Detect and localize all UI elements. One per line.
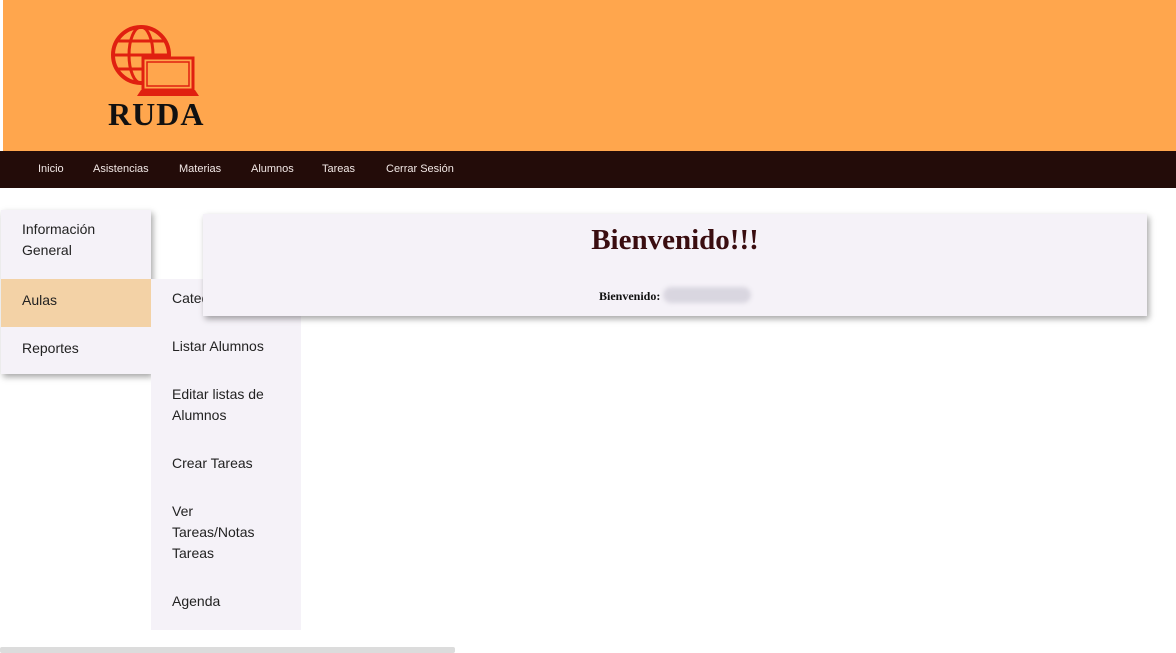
blurred-username	[663, 287, 751, 303]
aulas-submenu: Catedras/Notas Listar Alumnos Editar lis…	[151, 279, 301, 630]
page: RUDA Inicio Asistencias Materias Alumnos…	[0, 0, 1176, 653]
sidebar-item-aulas[interactable]: Aulas	[1, 279, 151, 327]
sidebar-item-label: Reportes	[22, 340, 79, 356]
submenu-item-crear-tareas[interactable]: Crear Tareas	[172, 453, 292, 474]
sidebar-item-informacion-general[interactable]: Información General	[1, 219, 151, 267]
nav-item-materias[interactable]: Materias	[179, 151, 221, 188]
header-edge	[0, 0, 3, 151]
nav-item-inicio[interactable]: Inicio	[38, 151, 64, 188]
sidebar-item-reportes[interactable]: Reportes	[1, 327, 151, 374]
nav-item-cerrar-sesion[interactable]: Cerrar Sesión	[386, 151, 454, 188]
welcome-card: Bienvenido!!! Bienvenido:	[203, 214, 1147, 316]
welcome-label: Bienvenido:	[599, 289, 661, 303]
top-navbar: Inicio Asistencias Materias Alumnos Tare…	[0, 151, 1176, 188]
submenu-item-listar-alumnos[interactable]: Listar Alumnos	[172, 336, 292, 357]
sidebar-item-label: Aulas	[22, 292, 58, 308]
horizontal-scrollbar[interactable]	[0, 647, 455, 653]
nav-item-tareas[interactable]: Tareas	[322, 151, 355, 188]
sidebar-item-label: Información General	[22, 221, 96, 258]
nav-item-alumnos[interactable]: Alumnos	[251, 151, 294, 188]
submenu-item-editar-listas[interactable]: Editar listas de Alumnos	[172, 384, 272, 426]
sidebar-menu: Información General Aulas Reportes	[1, 210, 151, 374]
submenu-item-ver-tareas[interactable]: Ver Tareas/Notas Tareas	[172, 501, 262, 564]
nav-item-asistencias[interactable]: Asistencias	[93, 151, 149, 188]
brand-name: RUDA	[108, 96, 205, 132]
submenu-item-agenda[interactable]: Agenda	[172, 591, 292, 612]
welcome-title: Bienvenido!!!	[591, 224, 759, 256]
